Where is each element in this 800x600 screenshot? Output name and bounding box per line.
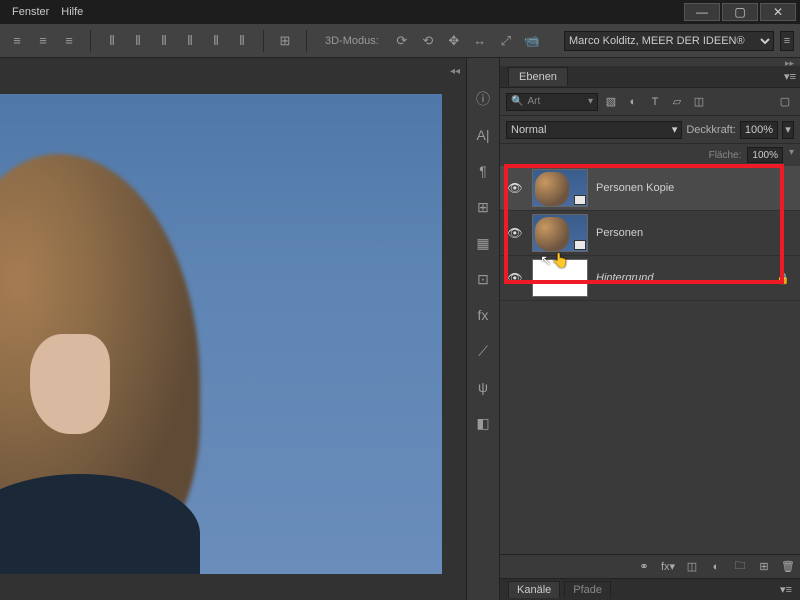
swatches-panel-icon[interactable]: ⊞ [472,196,494,218]
lock-fill-row: Fläche: 100% ▾ [500,144,800,166]
workspace-dropdown-icon[interactable]: ≡ [780,31,794,51]
layer-row[interactable]: 👁 Personen [500,211,800,256]
panel-menu-icon[interactable]: ▾≡ [784,70,796,83]
new-layer-icon[interactable]: ⊞ [756,559,772,575]
layer-filter-type[interactable]: 🔍 Art ▾ [506,93,598,111]
bottom-panel-tabs: Kanäle Pfade ▾≡ [500,578,800,600]
opacity-slider-icon[interactable]: ▾ [782,121,794,139]
document-image[interactable] [0,94,442,574]
close-button[interactable]: ✕ [760,3,796,21]
opacity-value[interactable]: 100% [740,121,778,139]
filter-shape-icon[interactable]: ▱ [668,93,686,111]
layers-list: 👁 Personen Kopie 👁 Personen 👁 Hintergrun… [500,166,800,554]
paragraph-panel-icon[interactable]: ¶ [472,160,494,182]
smart-object-icon [574,240,586,250]
filter-type-icon[interactable]: T [646,93,664,111]
fill-slider-icon[interactable]: ▾ [789,147,794,163]
panel-tabs: Ebenen ▾≡ [500,66,800,88]
chevron-down-icon: ▾ [672,123,678,136]
filter-adjustment-icon[interactable]: ◐ [624,93,642,111]
distribute-4-icon[interactable]: ⫴ [179,30,201,52]
visibility-toggle-icon[interactable]: 👁 [506,271,524,285]
distribute-5-icon[interactable]: ⫴ [205,30,227,52]
blend-mode-select[interactable]: Normal ▾ [506,121,682,139]
3d-roll-icon[interactable]: ⟲ [417,30,439,52]
filter-type-label: Art [527,96,540,107]
distribute-2-icon[interactable]: ⫴ [127,30,149,52]
panel-collapse-icon[interactable]: ▸▸ [500,58,800,66]
3d-scale-icon[interactable]: ⤢ [495,30,517,52]
add-mask-icon[interactable]: ◫ [684,559,700,575]
minimize-button[interactable]: — [684,3,720,21]
brush-presets-panel-icon[interactable]: ψ [472,376,494,398]
align-left-icon[interactable]: ≡ [6,30,28,52]
menu-help[interactable]: Hilfe [61,6,83,18]
layer-thumbnail[interactable] [532,169,588,207]
main-menu: Fenster Hilfe [4,6,83,18]
3d-orbit-icon[interactable]: ⟳ [391,30,413,52]
link-layers-icon[interactable]: ⚭ [636,559,652,575]
opacity-label: Deckkraft: [686,124,736,136]
chevron-down-icon: ▾ [588,96,593,107]
layers-panel-footer: ⚭ fx▾ ◫ ◐ 🗀 ⊞ 🗑 [500,554,800,578]
maximize-button[interactable]: ▢ [722,3,758,21]
histogram-panel-icon[interactable]: ▦ [472,232,494,254]
blend-mode-value: Normal [511,124,546,136]
layer-row[interactable]: 👁 Hintergrund 🔒 [500,256,800,301]
filter-pixel-icon[interactable]: ▧ [602,93,620,111]
character-panel-icon[interactable]: A| [472,124,494,146]
visibility-toggle-icon[interactable]: 👁 [506,226,524,240]
layer-name[interactable]: Personen [596,227,794,239]
tab-channels[interactable]: Kanäle [508,581,560,598]
lock-icon[interactable]: 🔒 [776,272,794,285]
tab-paths[interactable]: Pfade [564,581,611,598]
window-controls: — ▢ ✕ [684,3,796,21]
fill-value[interactable]: 100% [747,147,783,163]
layer-filter-row: 🔍 Art ▾ ▧ ◐ T ▱ ◫ ▢ [500,88,800,116]
distribute-3-icon[interactable]: ⫴ [153,30,175,52]
brushes-panel-icon[interactable]: ⟋ [472,340,494,362]
smart-object-icon [574,195,586,205]
mode-3d-label: 3D-Modus: [325,35,379,47]
distribute-6-icon[interactable]: ⫴ [231,30,253,52]
align-right-icon[interactable]: ≡ [58,30,80,52]
3d-pan-icon[interactable]: ✥ [443,30,465,52]
layer-thumbnail[interactable] [532,214,588,252]
delete-layer-icon[interactable]: 🗑 [780,559,796,575]
collapse-dock-icon[interactable]: ◂◂ [444,64,466,79]
filter-toggle-icon[interactable]: ▢ [776,93,794,111]
blend-opacity-row: Normal ▾ Deckkraft: 100% ▾ [500,116,800,144]
search-icon: 🔍 [511,96,523,107]
menu-window[interactable]: Fenster [12,6,49,18]
align-center-icon[interactable]: ≡ [32,30,54,52]
new-adjustment-icon[interactable]: ◐ [708,559,724,575]
layer-thumbnail[interactable] [532,259,588,297]
3d-camera-icon[interactable]: 📹 [521,30,543,52]
collapsed-panel-dock: ⓘ A| ¶ ⊞ ▦ ⊡ fx ⟋ ψ ◧ [466,58,500,600]
new-group-icon[interactable]: 🗀 [732,559,748,575]
layer-row[interactable]: 👁 Personen Kopie [500,166,800,211]
info-panel-icon[interactable]: ⓘ [472,88,494,110]
styles-panel-icon[interactable]: fx [472,304,494,326]
layer-effects-icon[interactable]: fx▾ [660,559,676,575]
layer-name[interactable]: Hintergrund [596,272,768,284]
layers-panel: ▸▸ Ebenen ▾≡ 🔍 Art ▾ ▧ ◐ T ▱ ◫ ▢ Normal … [500,58,800,600]
workspace-selector[interactable]: Marco Kolditz, MEER DER IDEEN® [564,31,774,51]
adjustments-panel-icon[interactable]: ◧ [472,412,494,434]
tab-layers[interactable]: Ebenen [508,67,568,86]
fill-label: Fläche: [709,150,742,161]
distribute-1-icon[interactable]: ⫴ [101,30,123,52]
3d-slide-icon[interactable]: ↔ [469,30,491,52]
auto-align-icon[interactable]: ⊞ [274,30,296,52]
canvas-area: ◂◂ [0,58,466,600]
navigator-panel-icon[interactable]: ⊡ [472,268,494,290]
layer-name[interactable]: Personen Kopie [596,182,794,194]
visibility-toggle-icon[interactable]: 👁 [506,181,524,195]
panel-menu-icon[interactable]: ▾≡ [780,583,792,596]
opacity-control: Deckkraft: 100% ▾ [686,121,794,139]
options-bar: ≡ ≡ ≡ ⫴ ⫴ ⫴ ⫴ ⫴ ⫴ ⊞ 3D-Modus: ⟳ ⟲ ✥ ↔ ⤢ … [0,24,800,58]
filter-smart-icon[interactable]: ◫ [690,93,708,111]
title-bar: Fenster Hilfe — ▢ ✕ [0,0,800,24]
photo-subject-hand [30,334,110,434]
